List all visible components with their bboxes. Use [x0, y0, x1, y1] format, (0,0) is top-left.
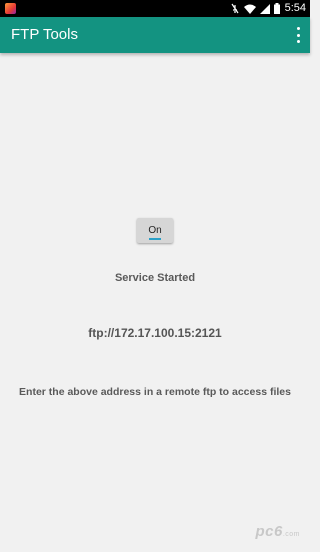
app-notification-icon: [5, 3, 16, 14]
mute-icon: [231, 3, 239, 14]
wifi-icon: [243, 4, 256, 14]
watermark-brand: pc6: [255, 523, 283, 540]
signal-icon: [259, 3, 270, 14]
app-title: FTP Tools: [11, 26, 78, 43]
overflow-menu-icon[interactable]: [294, 27, 302, 43]
toggle-label: On: [148, 225, 162, 236]
status-time: 5:54: [284, 2, 306, 14]
app-bar: FTP Tools: [0, 17, 310, 53]
watermark-domain: .com: [282, 531, 300, 538]
battery-icon: [273, 3, 280, 14]
menu-dot: [296, 40, 300, 43]
menu-dot: [296, 33, 300, 37]
toggle-indicator: [149, 238, 161, 240]
status-icons: 5:54: [230, 1, 306, 16]
watermark-logo: pc6.com: [255, 523, 300, 540]
service-status-text: Service Started: [114, 272, 196, 284]
menu-dot: [296, 27, 300, 30]
service-toggle-button[interactable]: On: [137, 218, 173, 243]
instructions-text: Enter the above address in a remote ftp …: [19, 386, 291, 398]
ftp-address-text: ftp://172.17.100.15:2121: [88, 326, 222, 340]
status-bar: 5:54: [0, 0, 310, 17]
